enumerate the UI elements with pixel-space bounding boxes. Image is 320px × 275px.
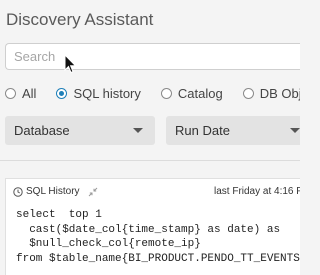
- radio-sql-history-label: SQL history: [73, 85, 141, 101]
- radio-sql-history-circle[interactable]: [56, 87, 68, 99]
- radio-db-objects[interactable]: DB Objects: [242, 85, 300, 101]
- radio-all-label: All: [22, 85, 37, 101]
- card-header: SQL History last Friday at 4:16 PM: [6, 185, 300, 199]
- code-line: $null_check_col{remote_ip}: [16, 238, 201, 250]
- run-date-dropdown-label: Run Date: [175, 123, 230, 138]
- caret-down-icon: [290, 128, 300, 133]
- sql-history-card[interactable]: SQL History last Friday at 4:16 PM selec…: [5, 178, 300, 275]
- radio-all-circle[interactable]: [5, 87, 16, 99]
- radio-catalog[interactable]: Catalog: [160, 85, 223, 101]
- search-input[interactable]: [5, 43, 300, 70]
- radio-sql-history[interactable]: SQL history: [56, 85, 141, 101]
- sql-code-block: select top 1 cast($date_col{time_stamp} …: [16, 208, 300, 266]
- radio-catalog-label: Catalog: [177, 85, 223, 101]
- sql-history-label: SQL History: [26, 186, 80, 197]
- radio-db-objects-label: DB Objects: [259, 85, 300, 101]
- database-dropdown-label: Database: [14, 123, 70, 138]
- collapse-arrows-icon[interactable]: [88, 187, 98, 197]
- discovery-assistant-panel: Discovery Assistant All SQL history Cata…: [0, 0, 300, 275]
- caret-down-icon: [133, 128, 143, 133]
- radio-catalog-circle[interactable]: [160, 87, 172, 99]
- code-line: select top 1: [16, 209, 102, 221]
- database-dropdown[interactable]: Database: [5, 116, 155, 145]
- section-divider: [0, 160, 300, 161]
- mouse-pointer-icon: [64, 54, 77, 74]
- code-line: from $table_name{BI_PRODUCT.PENDO_TT_EVE…: [16, 252, 300, 265]
- filter-radio-group: All SQL history Catalog DB Objects: [5, 84, 300, 102]
- clock-icon: [13, 187, 23, 197]
- panel-title: Discovery Assistant: [6, 10, 154, 29]
- code-line: cast($date_col{time_stamp} as date) as: [16, 223, 281, 236]
- radio-db-objects-circle[interactable]: [242, 87, 254, 99]
- history-timestamp: last Friday at 4:16 PM: [214, 186, 300, 197]
- run-date-dropdown[interactable]: Run Date: [166, 116, 300, 145]
- radio-all[interactable]: All: [5, 86, 36, 101]
